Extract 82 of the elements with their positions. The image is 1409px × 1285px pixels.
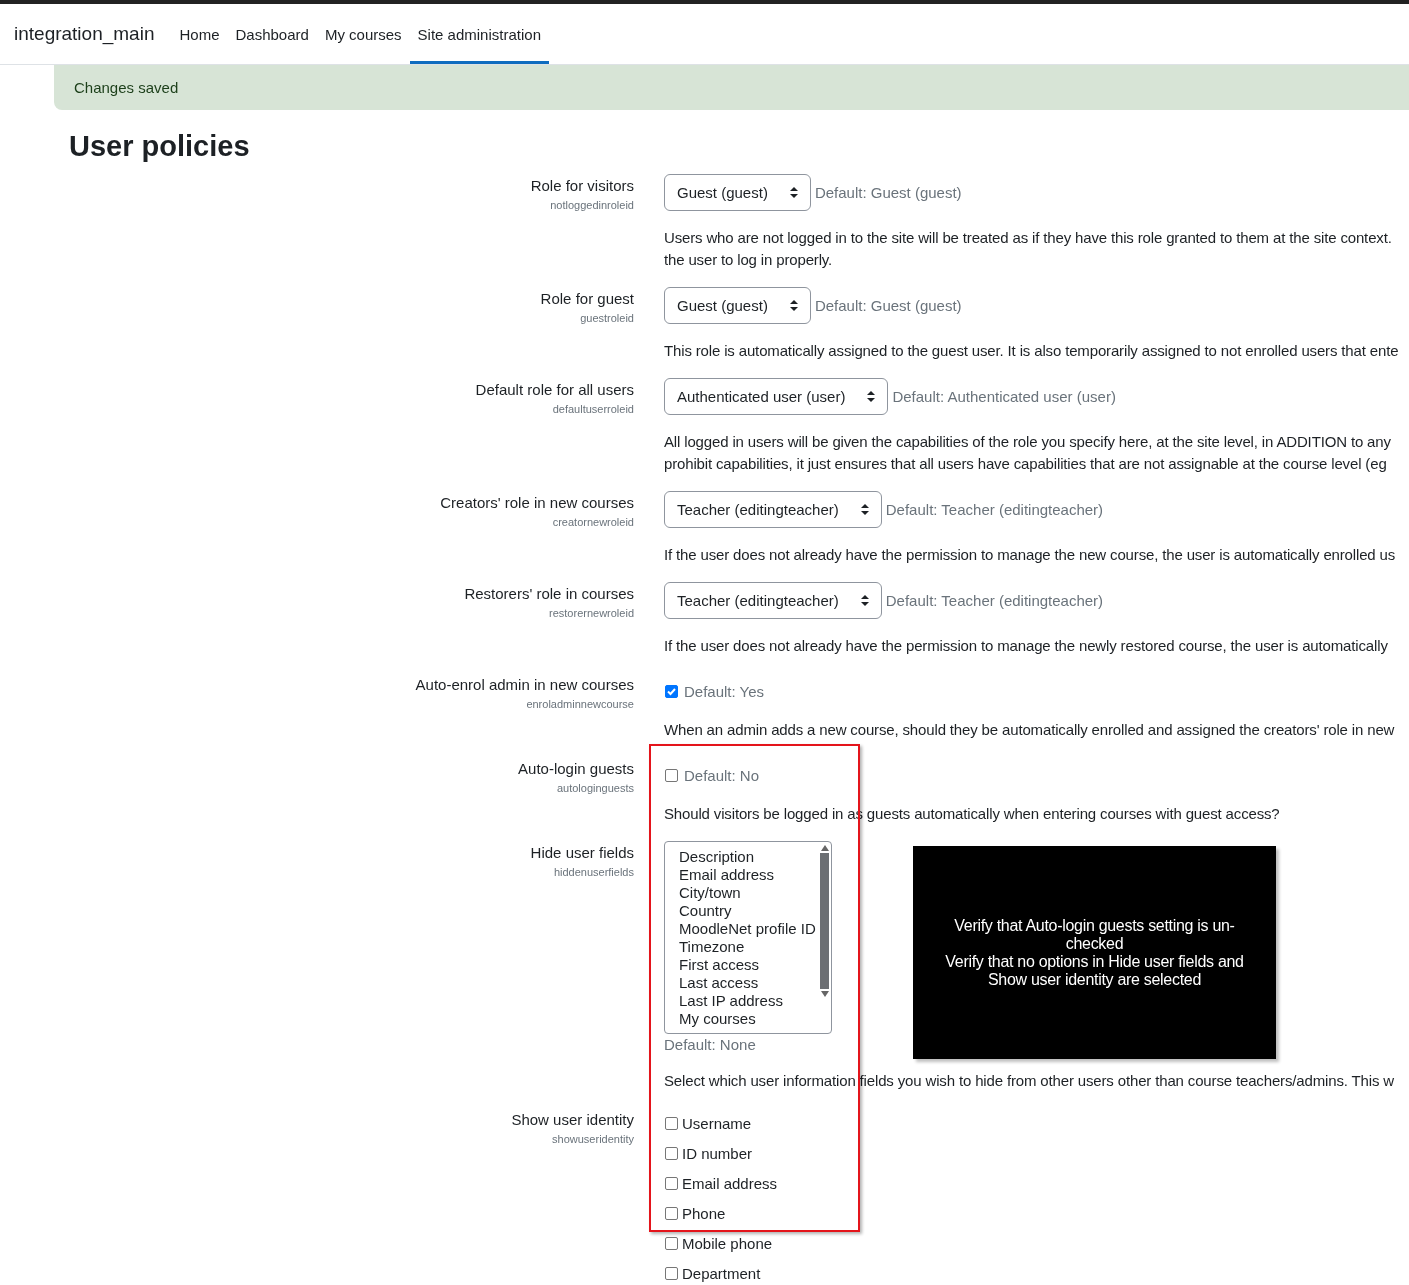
setting-label: Hide user fields [529,844,634,862]
checkbox-label: Department [682,1264,761,1282]
list-option[interactable]: Timezone [679,938,818,956]
default-text: Default: Teacher (editingteacher) [885,592,1104,609]
list-option[interactable]: Last access [679,974,818,992]
checkbox[interactable] [665,768,678,782]
setting-description: Users who are not logged in to the site will be treated as if they have this role granted to them at the site context. [664,228,1393,248]
setting-name: restorernewroleid [548,607,634,619]
setting-name: autologinguests [555,782,634,794]
checkbox-label: Phone [682,1204,726,1222]
checkbox-label: ID number [682,1144,753,1162]
setting-description: If the user does not already have the permission to manage the new course, the user is automatically enrolled us [664,545,1397,565]
list-option[interactable]: Email address [679,866,818,884]
nav-link[interactable]: My courses [316,7,410,64]
checkbox-label: Mobile phone [682,1234,773,1252]
updown-icon [789,300,798,311]
default-text: Default: No [684,766,760,784]
list-option[interactable]: Country [679,902,818,920]
list-option[interactable]: MoodleNet profile ID [679,920,818,938]
default-text: Default: None [664,1036,757,1054]
setting-label: Restorers' role in courses [463,585,634,603]
setting-name: defaultuserroleid [551,403,634,415]
setting-label: Auto-enrol admin in new courses [414,676,634,694]
setting-name: guestroleid [579,312,634,324]
callout-text: Verify that no options in Hide user fields and [945,952,1244,971]
list-option[interactable]: Last IP address [679,992,818,1010]
checkbox[interactable] [665,684,678,698]
checkbox[interactable] [665,1116,678,1130]
default-text: Default: Guest (guest) [814,297,962,314]
nav-link[interactable]: Home [171,7,228,64]
role-select[interactable]: Authenticated user (user) [664,378,889,415]
setting-name: showuseridentity [551,1133,634,1145]
list-option[interactable]: My courses [679,1010,818,1028]
updown-icon [860,595,869,606]
list-option[interactable]: First access [679,956,818,974]
default-text: Default: Guest (guest) [814,184,962,201]
setting-description: This role is automatically assigned to the guest user. It is also temporarily assigned to not enrolled users that ente [664,341,1400,361]
setting-name: hiddenuserfields [552,866,634,878]
updown-icon [860,504,869,515]
checkbox[interactable] [665,1146,678,1160]
setting-description: Select which user information fields you wish to hide from other users other than course teachers/admins. This w [664,1071,1395,1091]
list-option[interactable]: City/town [679,884,818,902]
default-text: Default: Yes [684,682,765,700]
callout-text: Show user identity are selected [987,970,1201,989]
checkbox[interactable] [665,1266,678,1280]
setting-label: Role for visitors [529,177,634,195]
setting-label: Show user identity [510,1111,634,1129]
scroll-up-icon[interactable] [820,845,829,851]
checkbox-label: Email address [682,1174,778,1192]
setting-label: Role for guest [539,290,634,308]
scroll-down-icon[interactable] [820,991,829,997]
setting-description: All logged in users will be given the capabilities of the role you specify here, at the site level, in ADDITION to any [664,432,1392,452]
role-select[interactable]: Teacher (editingteacher) [664,582,882,619]
role-select[interactable]: Guest (guest) [664,287,811,324]
checkbox[interactable] [665,1206,678,1220]
setting-description: the user to log in properly. [664,250,834,270]
setting-description: prohibit capabilities, it just ensures that all users have capabilities that are not assignable at the course level (eg [664,454,1388,474]
fields-listbox[interactable]: Description Email address City/town Country MoodleNet profile ID Timezone First access Last access Last IP address My courses [664,841,832,1034]
setting-label: Creators' role in new courses [439,494,634,512]
site-name[interactable]: integration_main [14,4,155,64]
nav-link[interactable]: Dashboard [227,7,317,64]
setting-description: If the user does not already have the permission to manage the newly restored course, the user is automatically [664,636,1389,656]
page-title: User policies [69,129,251,164]
setting-name: enroladminnewcourse [525,698,634,710]
setting-description: When an admin adds a new course, should they be automatically enrolled and assigned the creators' role in new [664,720,1396,740]
role-select[interactable]: Guest (guest) [664,174,811,211]
list-option[interactable]: Description [679,848,818,866]
checkbox[interactable] [665,1176,678,1190]
setting-label: Default role for all users [474,381,634,399]
setting-name: creatornewroleid [551,516,634,528]
updown-icon [867,391,876,402]
updown-icon [789,187,798,198]
default-text: Default: Teacher (editingteacher) [885,501,1104,518]
default-text: Default: Authenticated user (user) [892,388,1116,405]
checkbox-label: Username [682,1114,752,1132]
role-select[interactable]: Teacher (editingteacher) [664,491,882,528]
setting-label: Auto-login guests [517,760,634,778]
checkbox[interactable] [665,1236,678,1250]
callout-text: Verify that Auto-login guests setting is un- [954,916,1235,935]
callout-text: checked [1065,934,1124,953]
setting-name: notloggedinroleid [549,199,634,211]
alert-text: Changes saved [74,79,179,96]
